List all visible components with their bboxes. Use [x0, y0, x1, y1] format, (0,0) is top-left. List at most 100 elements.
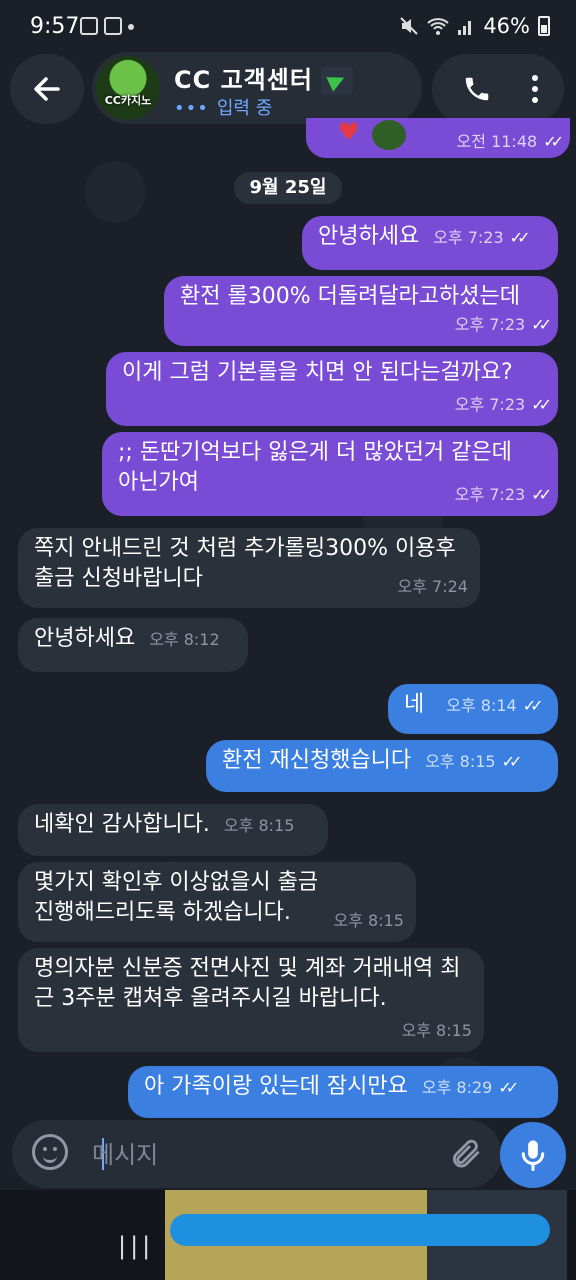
- read-ticks-icon: ✓✓: [498, 1078, 519, 1097]
- date-separator: 9월 25일: [234, 172, 342, 204]
- message-time: 오후 7:24: [397, 577, 468, 596]
- image-icon: [104, 17, 122, 35]
- outgoing-message[interactable]: 안녕하세요 오후 7:23 ✓✓: [302, 216, 558, 270]
- message-text: 아 가족이랑 있는데 잠시만요: [144, 1074, 408, 1099]
- menu-dot: [532, 86, 538, 92]
- redaction-scribble: [170, 1214, 550, 1246]
- message-meta: 오후 8:15: [224, 811, 294, 841]
- chat-status: ••• 입력 중: [174, 94, 272, 120]
- message-meta: 오후 7:23 ✓✓: [454, 390, 552, 420]
- message-meta: 오후 8:15 ✓✓: [425, 747, 523, 777]
- gallery-icon: [80, 17, 98, 35]
- sticker-icon: [372, 120, 406, 150]
- message-meta: 오후 8:14 ✓✓: [446, 691, 544, 721]
- message-time: 오후 8:15: [333, 911, 404, 930]
- call-button[interactable]: [456, 68, 498, 110]
- paperclip-icon[interactable]: [448, 1136, 482, 1172]
- emoji-icon[interactable]: [32, 1134, 68, 1170]
- signal-icon: [458, 21, 472, 35]
- outgoing-message[interactable]: 이게 그럼 기본롤을 치면 안 된다는걸까요? 오후 7:23 ✓✓: [106, 352, 558, 426]
- incoming-message[interactable]: 쪽지 안내드린 것 처럼 추가롤링300% 이용후 출금 신청바랍니다 오후 7…: [18, 528, 480, 608]
- recents-button[interactable]: |||: [118, 1232, 154, 1260]
- message-text: 이게 그럼 기본롤을 치면 안 된다는걸까요?: [122, 360, 513, 385]
- read-ticks-icon: ✓✓: [531, 485, 552, 504]
- incoming-message[interactable]: 몇가지 확인후 이상없을시 출금 진행해드리도록 하겠습니다. 오후 8:15: [18, 862, 416, 942]
- read-ticks-icon: ✓✓: [543, 132, 564, 151]
- message-meta: 오후 7:23 ✓✓: [454, 480, 552, 510]
- read-ticks-icon: ✓✓: [509, 228, 531, 247]
- outgoing-message[interactable]: 아 가족이랑 있는데 잠시만요 오후 8:29 ✓✓: [128, 1066, 558, 1118]
- phone-icon: [465, 77, 489, 101]
- message-time: 오전 11:48: [456, 132, 538, 151]
- notification-icons: [80, 17, 134, 35]
- chat-title: CC 고객센터: [174, 60, 353, 95]
- message-meta: 오후 8:29 ✓✓: [421, 1073, 519, 1103]
- outgoing-message[interactable]: 네 오후 8:14 ✓✓: [388, 684, 558, 734]
- message-meta: 오후 8:12: [149, 625, 219, 655]
- battery-icon: [538, 16, 550, 36]
- message-time: 오후 8:29: [421, 1078, 493, 1097]
- status-time: 9:57: [30, 14, 80, 39]
- header-actions: [432, 54, 564, 124]
- message-time: 오후 8:15: [425, 752, 496, 771]
- status-right: 46%: [399, 14, 550, 38]
- typing-indicator-icon: •••: [174, 98, 209, 119]
- message-text: 네: [404, 692, 425, 717]
- outgoing-message[interactable]: 환전 롤300% 더돌려달라고하셨는데 오후 7:23 ✓✓: [164, 276, 558, 346]
- battery-percent: 46%: [483, 14, 530, 38]
- incoming-message[interactable]: 명의자분 신분증 전면사진 및 계좌 거래내역 최근 3주분 캡쳐후 올려주시길…: [18, 948, 484, 1052]
- chat-header: CC카지노 CC 고객센터 ••• 입력 중: [0, 52, 576, 126]
- message-meta: 오후 8:15: [334, 906, 404, 936]
- read-ticks-icon: ✓✓: [531, 315, 552, 334]
- message-time: 오후 8:12: [149, 630, 220, 649]
- message-text: 명의자분 신분증 전면사진 및 계좌 거래내역 최근 3주분 캡쳐후 올려주시길…: [34, 956, 461, 1011]
- message-meta: 오전 11:48 ✓✓: [456, 128, 564, 152]
- message-time: 오후 7:23: [454, 395, 526, 414]
- message-text: 환전 재신청했습니다: [222, 748, 412, 773]
- previous-message[interactable]: ♥ 오전 11:48 ✓✓: [306, 118, 570, 158]
- message-meta: 오후 8:15: [402, 1016, 472, 1046]
- message-meta: 오후 7:24: [398, 572, 468, 602]
- message-time: 오후 8:14: [446, 696, 517, 715]
- read-ticks-icon: ✓✓: [522, 696, 544, 715]
- back-button[interactable]: [10, 54, 84, 124]
- chat-title-text: CC 고객센터: [174, 66, 313, 94]
- message-meta: 오후 7:23 ✓✓: [454, 310, 552, 340]
- status-bar: 9:57 46%: [0, 0, 576, 54]
- incoming-message[interactable]: 안녕하세요 오후 8:12: [18, 618, 248, 672]
- outgoing-message[interactable]: ;; 돈딴기억보다 잃은게 더 많았던거 같은데 아닌가여 오후 7:23 ✓✓: [102, 432, 558, 516]
- message-time: 오후 7:23: [454, 485, 526, 504]
- message-time: 오후 7:23: [454, 315, 526, 334]
- mute-icon: [400, 17, 419, 35]
- message-input[interactable]: [90, 1134, 424, 1176]
- message-text: 환전 롤300% 더돌려달라고하셨는데: [180, 284, 521, 309]
- avatar[interactable]: CC카지노: [96, 56, 160, 120]
- dot-icon: [128, 24, 134, 30]
- system-nav-bar: |||: [0, 1190, 576, 1280]
- message-text: 몇가지 확인후 이상없을시 출금 진행해드리도록 하겠습니다.: [34, 870, 319, 925]
- more-menu-button[interactable]: [520, 68, 550, 110]
- read-ticks-icon: ✓✓: [531, 395, 552, 414]
- menu-dot: [532, 75, 538, 81]
- message-meta: 오후 7:23 ✓✓: [433, 223, 531, 253]
- voice-record-button[interactable]: [500, 1122, 566, 1188]
- menu-dot: [532, 97, 538, 103]
- microphone-icon: [521, 1140, 545, 1172]
- message-time: 오후 8:15: [223, 816, 295, 835]
- arrow-left-icon: [34, 77, 60, 101]
- outgoing-message[interactable]: 환전 재신청했습니다 오후 8:15 ✓✓: [206, 740, 558, 792]
- message-text: 안녕하세요: [318, 224, 420, 249]
- chat-info[interactable]: CC카지노 CC 고객센터 ••• 입력 중: [92, 52, 422, 124]
- wifi-icon: [427, 18, 449, 35]
- message-time: 오후 7:23: [433, 228, 504, 247]
- send-badge-icon: [320, 67, 353, 95]
- chat-status-text: 입력 중: [216, 98, 273, 119]
- read-ticks-icon: ✓✓: [501, 752, 523, 771]
- incoming-message[interactable]: 네확인 감사합니다. 오후 8:15: [18, 804, 328, 856]
- message-text: 네확인 감사합니다.: [34, 812, 210, 837]
- avatar-label: CC카지노: [104, 94, 152, 107]
- heart-icon: ♥: [338, 118, 360, 146]
- message-composer: [12, 1120, 502, 1188]
- message-text: 안녕하세요: [34, 626, 136, 651]
- message-time: 오후 8:15: [401, 1021, 472, 1040]
